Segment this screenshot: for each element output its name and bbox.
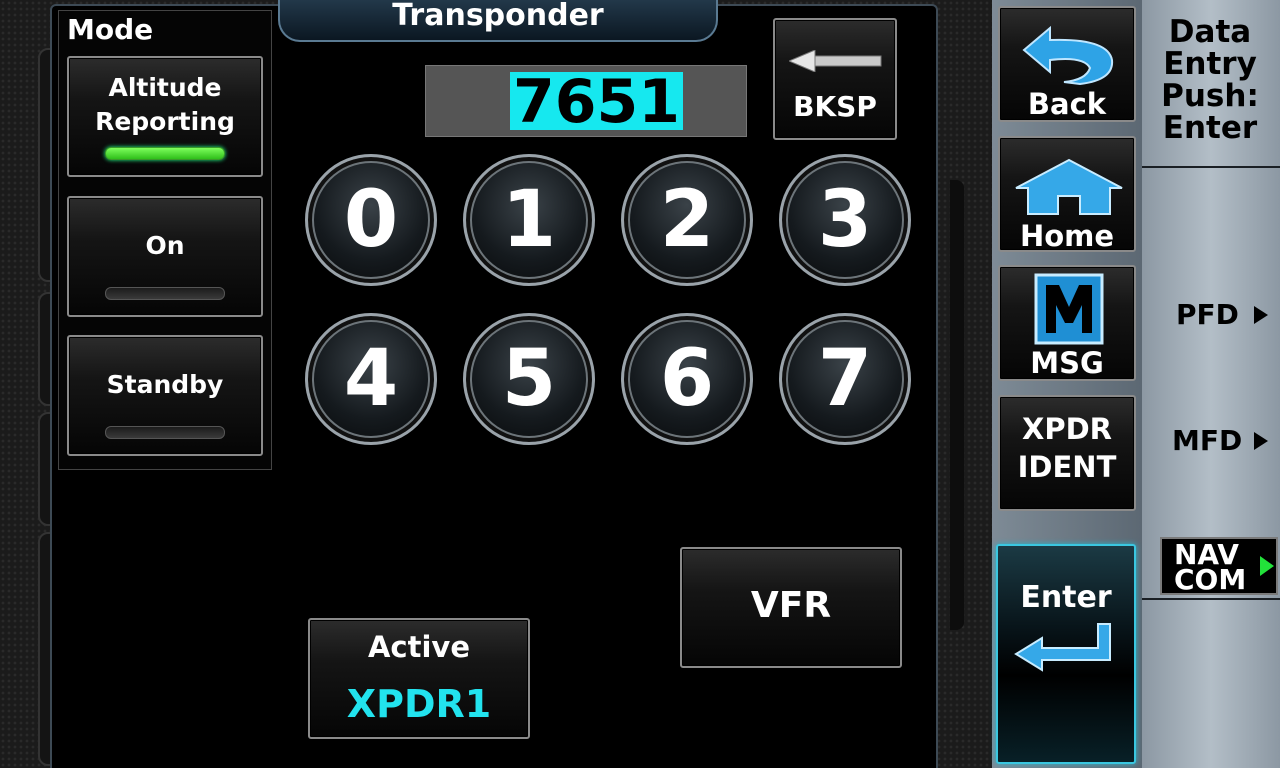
hint-line-3: Push: [1161,78,1259,114]
divider [1142,166,1280,168]
msg-button[interactable]: MSG [998,265,1136,381]
on-indicator [105,287,225,300]
mfd-arrow-icon [1254,432,1268,450]
backspace-arrow-icon [789,50,882,72]
on-label: On [145,231,185,260]
mfd-label: MFD [1172,424,1243,457]
key-4[interactable]: 4 [305,313,437,445]
key-6[interactable]: 6 [621,313,753,445]
active-xpdr-value: XPDR1 [346,682,492,726]
key-5[interactable]: 5 [463,313,595,445]
key-7[interactable]: 7 [779,313,911,445]
key-0[interactable]: 0 [305,154,437,286]
home-button[interactable]: Home [998,136,1136,252]
standby-indicator [105,426,225,439]
home-icon [1015,158,1123,215]
enter-arrow-icon [1014,623,1111,672]
active-label: Active [367,630,470,664]
standby-button[interactable]: Standby [67,335,263,456]
squawk-code-value: 7651 [510,72,683,132]
altitude-reporting-label-line1: Altitude [108,73,222,102]
backspace-button[interactable]: BKSP [773,18,897,140]
hint-line-1: Data [1168,14,1252,50]
backspace-label: BKSP [793,90,877,123]
navcom-softkey[interactable]: NAV COM [1160,537,1278,595]
back-button[interactable]: Back [998,6,1136,122]
xpdr-ident-label-line2: IDENT [1017,450,1117,484]
hint-line-2: Entry [1163,46,1257,82]
navcom-arrow-icon [1260,556,1274,576]
panel-bezel [950,180,964,630]
xpdr-ident-label-line1: XPDR [1021,412,1113,446]
back-arrow-icon [1022,25,1114,86]
divider [1142,598,1280,600]
key-3[interactable]: 3 [779,154,911,286]
pfd-label: PFD [1176,298,1239,331]
pfd-arrow-icon [1254,306,1268,324]
page-title: Transponder [278,0,718,42]
back-label: Back [1027,87,1107,121]
enter-label: Enter [1020,580,1112,615]
data-entry-hint: Data Entry Push: Enter [1142,16,1278,144]
hint-line-4: Enter [1162,110,1258,146]
key-1[interactable]: 1 [463,154,595,286]
active-xpdr-button[interactable]: Active XPDR1 [308,618,530,739]
mode-label: Mode [67,13,154,46]
vfr-button[interactable]: VFR [680,547,902,668]
home-label: Home [1019,219,1115,253]
key-2[interactable]: 2 [621,154,753,286]
enter-button[interactable]: Enter [996,544,1136,764]
altitude-reporting-button[interactable]: Altitude Reporting [67,56,263,177]
altitude-reporting-indicator [105,147,225,160]
squawk-code-field[interactable]: 7651 [425,65,747,137]
altitude-reporting-label-line2: Reporting [95,107,235,136]
msg-icon [1034,273,1104,345]
navcom-label-line2: COM [1174,563,1247,596]
standby-label: Standby [106,370,224,399]
xpdr-ident-button[interactable]: XPDR IDENT [998,395,1136,511]
msg-label: MSG [1030,346,1104,380]
on-button[interactable]: On [67,196,263,317]
